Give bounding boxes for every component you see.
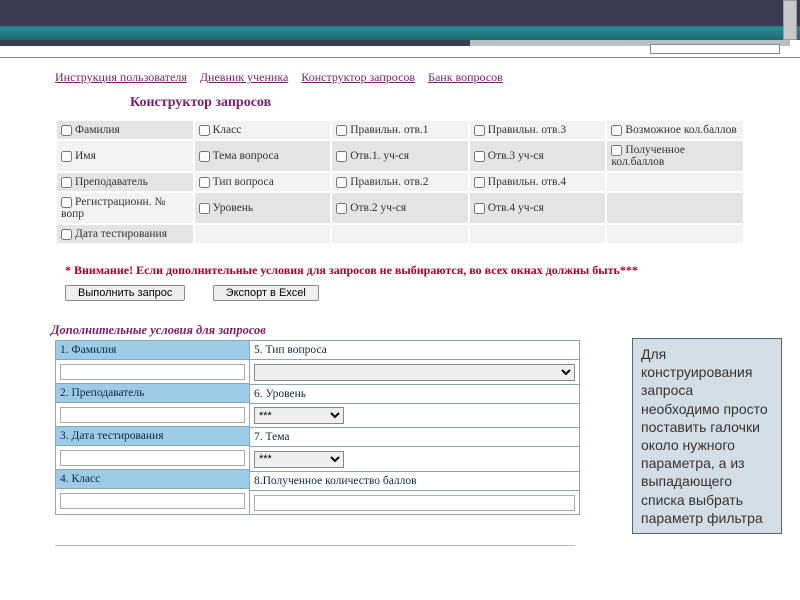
lbl-teacher: Преподаватель <box>75 176 148 188</box>
nav-builder[interactable]: Конструктор запросов <box>301 70 415 84</box>
empty-cell <box>606 192 744 224</box>
divider <box>55 545 575 546</box>
empty-cell <box>606 172 744 192</box>
lbl-sa1: Отв.1. уч-ся <box>350 150 409 162</box>
scrollbar[interactable] <box>783 0 797 40</box>
chk-sa4[interactable] <box>474 203 485 214</box>
cond-qtype-select[interactable] <box>254 364 575 381</box>
chk-qtype[interactable] <box>199 177 210 188</box>
lbl-class: Класс <box>213 124 242 136</box>
params-grid: Фамилия Класс Правильн. отв.1 Правильн. … <box>55 119 745 245</box>
lbl-sa3: Отв.3 уч-ся <box>488 150 544 162</box>
chk-sa2[interactable] <box>336 203 347 214</box>
warning-text: * Внимание! Если дополнительные условия … <box>65 263 745 278</box>
cond-h1: 1. Фамилия <box>56 341 249 360</box>
nav-links: Инструкция пользователя Дневник ученика … <box>55 70 745 85</box>
lbl-date: Дата тестирования <box>75 228 167 240</box>
nav-diary[interactable]: Дневник ученика <box>200 70 288 84</box>
chk-date[interactable] <box>61 229 72 240</box>
chk-ans4[interactable] <box>474 177 485 188</box>
page-title: Конструктор запросов <box>130 95 745 111</box>
lbl-name: Имя <box>75 150 96 162</box>
chk-lastname[interactable] <box>61 125 72 136</box>
lbl-score: Полученное кол.баллов <box>611 144 685 168</box>
chk-teacher[interactable] <box>61 177 72 188</box>
cond-h2: 2. Преподаватель <box>56 384 249 403</box>
lbl-sa4: Отв.4 уч-ся <box>488 202 544 214</box>
nav-instruction[interactable]: Инструкция пользователя <box>55 70 187 84</box>
lbl-level: Уровень <box>213 202 254 214</box>
chk-topic[interactable] <box>199 151 210 162</box>
chk-maxscore[interactable] <box>611 125 622 136</box>
window-top-bar <box>0 0 800 28</box>
cond-h3: 3. Дата тестирования <box>56 427 249 446</box>
lbl-maxscore: Возможное кол.баллов <box>625 124 736 136</box>
cond-lastname-input[interactable] <box>60 364 245 380</box>
empty-cell <box>469 224 607 244</box>
chk-score[interactable] <box>611 145 622 156</box>
chk-class[interactable] <box>199 125 210 136</box>
cond-level-select[interactable]: *** <box>254 407 344 424</box>
empty-cell <box>331 224 469 244</box>
chk-sa1[interactable] <box>336 151 347 162</box>
header-stripe <box>0 28 800 40</box>
cond-h7: 7. Тема <box>250 428 579 447</box>
export-excel-button[interactable]: Экспорт в Excel <box>213 285 319 301</box>
lbl-ans1: Правильн. отв.1 <box>350 124 428 136</box>
lbl-topic: Тема вопроса <box>213 150 279 162</box>
lbl-qtype: Тип вопроса <box>213 176 274 188</box>
nav-bank[interactable]: Банк вопросов <box>428 70 503 84</box>
conditions-title: Дополнительные условия для запросов <box>51 323 745 338</box>
chk-ans2[interactable] <box>336 177 347 188</box>
chk-name[interactable] <box>61 151 72 162</box>
empty-cell <box>606 224 744 244</box>
cond-topic-select[interactable]: *** <box>254 451 344 468</box>
cond-h6: 6. Уровень <box>250 385 579 404</box>
lbl-regnum: Регистрационн. № вопр <box>61 196 165 220</box>
lbl-lastname: Фамилия <box>75 124 120 136</box>
cond-score-input[interactable] <box>254 495 575 511</box>
cond-class-input[interactable] <box>60 493 245 509</box>
cond-h4: 4. Класс <box>56 470 249 489</box>
chk-sa3[interactable] <box>474 151 485 162</box>
chk-regnum[interactable] <box>61 197 72 208</box>
help-callout: Для конструирования запроса необходимо п… <box>632 338 782 534</box>
lbl-ans2: Правильн. отв.2 <box>350 176 428 188</box>
cond-teacher-input[interactable] <box>60 407 245 423</box>
cond-h8: 8.Полученное количество баллов <box>250 472 579 491</box>
lbl-ans3: Правильн. отв.3 <box>488 124 566 136</box>
empty-cell <box>194 224 332 244</box>
cond-date-input[interactable] <box>60 450 245 466</box>
lbl-sa2: Отв.2 уч-ся <box>350 202 406 214</box>
run-query-button[interactable]: Выполнить запрос <box>65 285 185 301</box>
under-band <box>0 40 800 58</box>
chk-ans3[interactable] <box>474 125 485 136</box>
chk-ans1[interactable] <box>336 125 347 136</box>
chk-level[interactable] <box>199 203 210 214</box>
cond-h5: 5. Тип вопроса <box>250 341 579 360</box>
lbl-ans4: Правильн. отв.4 <box>488 176 566 188</box>
